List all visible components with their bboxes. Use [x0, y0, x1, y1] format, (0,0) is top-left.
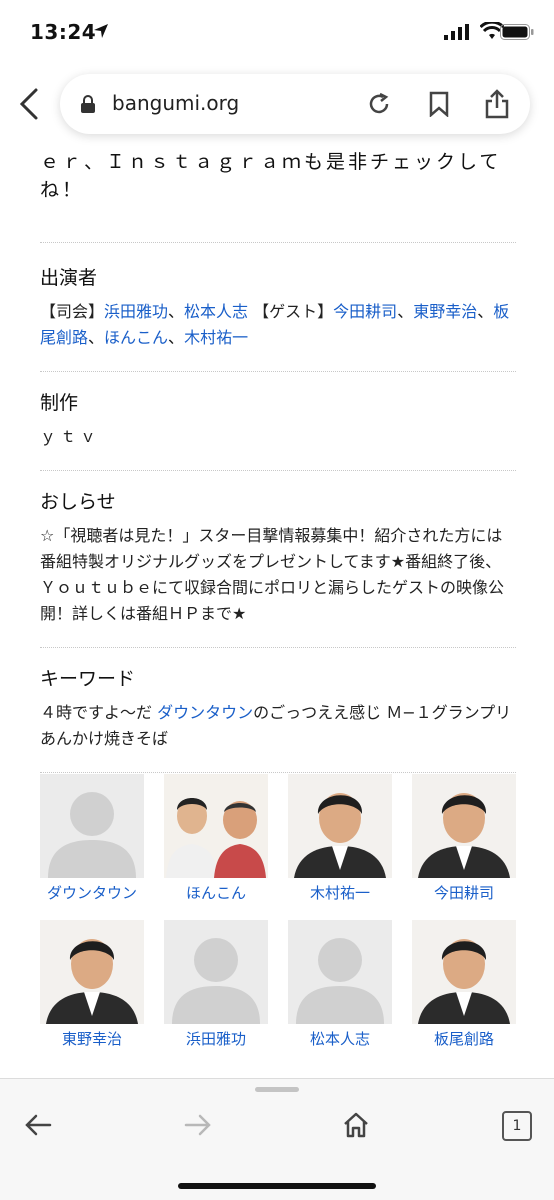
person-placeholder-icon — [288, 920, 392, 1024]
bookmark-icon[interactable] — [428, 91, 450, 117]
person-placeholder-icon — [40, 774, 144, 878]
keyword: Ｍ−１グランプリ — [386, 703, 512, 722]
status-bar: 13:24 — [0, 0, 554, 64]
program-detail: ｅｒ、Ｉｎｓｔａｇｒａｍも是非チェックしてね！ 出演者 【司会】浜田雅功、松本人… — [40, 140, 516, 773]
keywords-heading: キーワード — [40, 668, 136, 690]
guest-label: 【ゲスト】 — [253, 302, 334, 321]
cast-photo[interactable] — [288, 774, 392, 878]
cast-photo[interactable] — [288, 920, 392, 1024]
home-indicator — [178, 1183, 376, 1189]
keyword-link[interactable]: ダウンタウン — [157, 703, 253, 722]
cast-name-link[interactable]: ダウンタウン — [40, 882, 144, 903]
cast-name-link[interactable]: 東野幸治 — [40, 1028, 144, 1049]
production-section: 制作 ｙｔｖ — [40, 372, 516, 470]
mc-label: 【司会】 — [40, 302, 105, 321]
cast-name-link[interactable]: 木村祐一 — [288, 882, 392, 903]
cast-photo[interactable] — [40, 920, 144, 1024]
production-heading: 制作 — [40, 392, 79, 414]
cast-photo[interactable] — [164, 774, 268, 878]
home-icon[interactable] — [342, 1111, 370, 1139]
cast-name-link[interactable]: ほんこん — [164, 882, 268, 903]
cast-name-link[interactable]: 松本人志 — [288, 1028, 392, 1049]
cast-card[interactable]: 板尾創路 — [412, 920, 516, 1049]
back-arrow-icon[interactable] — [24, 1113, 52, 1137]
cellular-signal-icon — [444, 24, 469, 40]
performers-heading: 出演者 — [40, 267, 98, 289]
url-text[interactable]: bangumi.org — [112, 91, 239, 115]
cast-name-link[interactable]: 浜田雅功 — [164, 1028, 268, 1049]
production-value: ｙｔｖ — [40, 427, 101, 446]
keywords-text: ４時ですよ〜だ ダウンタウンのごっつええ感じ Ｍ−１グランプリ あんかけ焼きそば — [40, 700, 516, 752]
drag-handle[interactable] — [255, 1087, 299, 1092]
cast-card[interactable]: 木村祐一 — [288, 774, 392, 903]
cast-portrait — [164, 774, 268, 878]
forward-arrow-icon[interactable] — [184, 1113, 212, 1137]
performer-link[interactable]: 東野幸治 — [413, 302, 477, 321]
cast-photo[interactable] — [40, 774, 144, 878]
description-tail: ｅｒ、Ｉｎｓｔａｇｒａｍも是非チェックしてね！ — [40, 151, 502, 201]
cast-card[interactable]: ほんこん — [164, 774, 268, 903]
cast-portrait — [412, 920, 516, 1024]
bottom-toolbar: 1 — [0, 1078, 554, 1200]
cast-portrait — [288, 774, 392, 878]
performers-list: 【司会】浜田雅功、松本人志 【ゲスト】今田耕司、東野幸治、板尾創路、ほんこん、木… — [40, 302, 510, 347]
performer-link[interactable]: 今田耕司 — [333, 302, 397, 321]
address-bar[interactable]: bangumi.org — [60, 74, 530, 134]
location-arrow-icon — [94, 24, 108, 38]
cast-photo[interactable] — [164, 920, 268, 1024]
cast-card[interactable]: 浜田雅功 — [164, 920, 268, 1049]
share-icon[interactable] — [484, 88, 510, 120]
battery-icon — [500, 24, 534, 40]
cast-card[interactable]: ダウンタウン — [40, 774, 144, 903]
cast-portrait — [412, 774, 516, 878]
cast-card[interactable]: 今田耕司 — [412, 774, 516, 903]
cast-card[interactable]: 松本人志 — [288, 920, 392, 1049]
divider — [40, 772, 516, 773]
cast-name-link[interactable]: 今田耕司 — [412, 882, 516, 903]
cast-name-link[interactable]: 板尾創路 — [412, 1028, 516, 1049]
performer-link[interactable]: 浜田雅功 — [104, 302, 168, 321]
performer-link[interactable]: 松本人志 — [184, 302, 248, 321]
performer-link[interactable]: ほんこん — [104, 328, 168, 347]
notice-text: ☆「視聴者は見た！」スター目撃情報募集中！紹介された方には番組特製オリジナルグッ… — [40, 526, 505, 623]
reload-icon[interactable] — [366, 91, 392, 117]
browser-back-chevron-icon[interactable] — [14, 86, 46, 122]
tabs-button[interactable]: 1 — [502, 1111, 532, 1141]
performers-section: 出演者 【司会】浜田雅功、松本人志 【ゲスト】今田耕司、東野幸治、板尾創路、ほん… — [40, 243, 516, 371]
clock: 13:24 — [30, 20, 97, 44]
keywords-section: キーワード ４時ですよ〜だ ダウンタウンのごっつええ感じ Ｍ−１グランプリ あん… — [40, 648, 516, 772]
keyword: のごっつええ感じ — [253, 703, 382, 722]
performer-link[interactable]: 木村祐一 — [184, 328, 248, 347]
cast-photo[interactable] — [412, 774, 516, 878]
notice-heading: おしらせ — [40, 491, 116, 513]
cast-photo[interactable] — [412, 920, 516, 1024]
person-placeholder-icon — [164, 920, 268, 1024]
keyword: ４時ですよ〜だ — [40, 703, 153, 722]
keyword: あんかけ焼きそば — [40, 729, 169, 748]
cast-card[interactable]: 東野幸治 — [40, 920, 144, 1049]
lock-icon — [81, 95, 95, 113]
notice-section: おしらせ ☆「視聴者は見た！」スター目撃情報募集中！紹介された方には番組特製オリ… — [40, 471, 516, 647]
cast-portrait — [40, 920, 144, 1024]
